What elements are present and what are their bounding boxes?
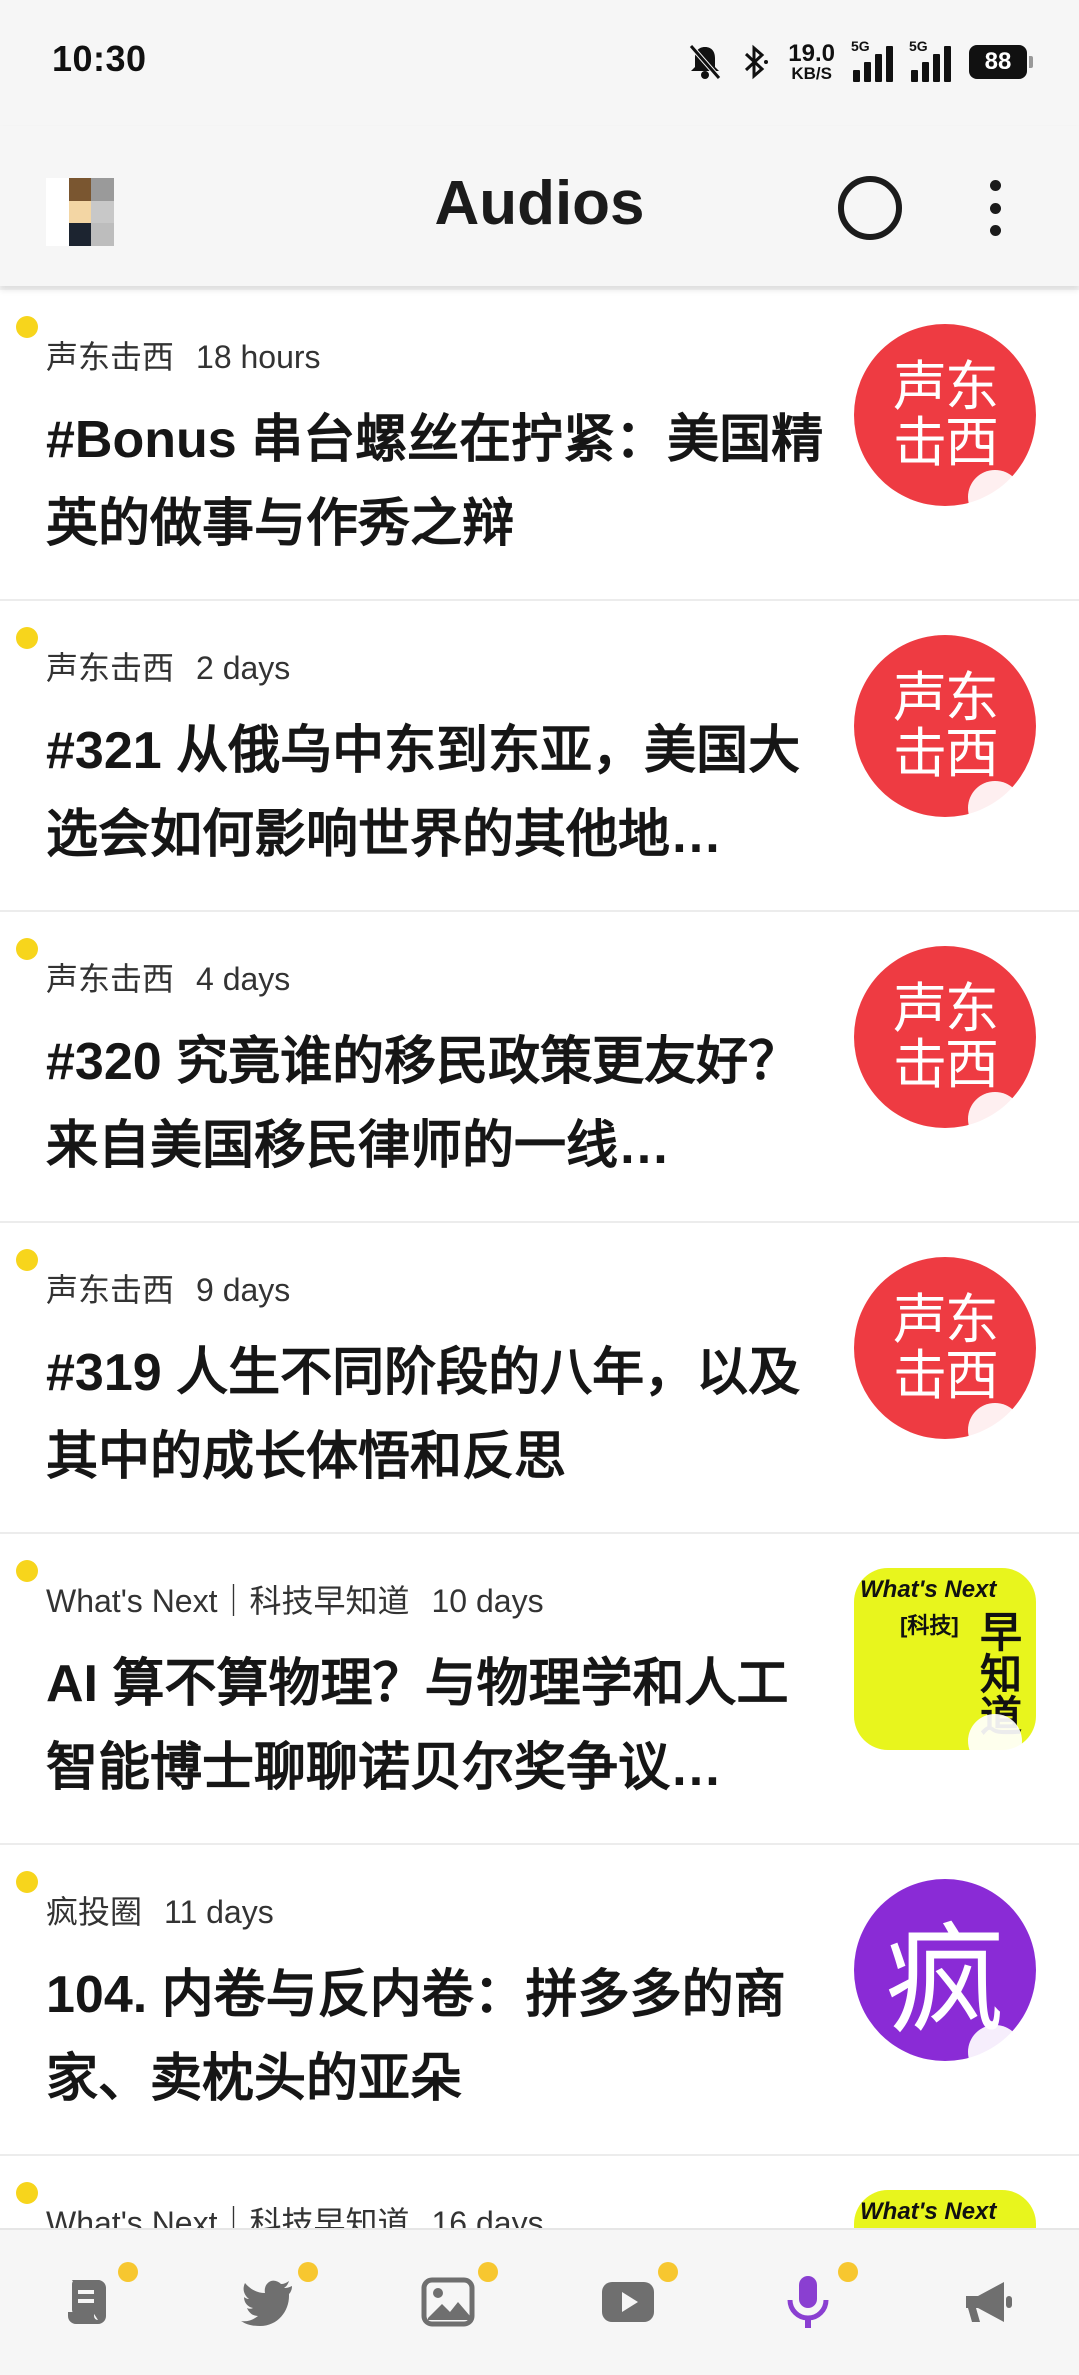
play-badge-icon[interactable] bbox=[968, 2025, 1022, 2079]
play-icon bbox=[602, 2282, 654, 2322]
play-badge-icon[interactable] bbox=[968, 781, 1022, 835]
cover-badge bbox=[862, 1409, 884, 1431]
play-badge-icon[interactable] bbox=[968, 1092, 1022, 1146]
cover-badge bbox=[862, 1098, 884, 1120]
network-speed: 19.0 KB/S bbox=[788, 39, 835, 83]
cover-badge bbox=[862, 787, 884, 809]
item-time: 4 days bbox=[196, 961, 291, 997]
list-item[interactable]: 声东击西 2 days #321 从俄乌中东到东亚，美国大选会如何影响世界的其他地… bbox=[0, 601, 1079, 912]
item-meta: 疯投圈 11 days bbox=[46, 1887, 274, 1933]
signal-tag: 5G bbox=[851, 38, 870, 54]
item-time: 9 days bbox=[196, 1272, 291, 1308]
item-meta: What's Next｜科技早知道 10 days bbox=[46, 1576, 544, 1622]
list-item[interactable]: What's Next｜科技早知道 10 days AI 算不算物理？与物理学和人… bbox=[0, 1534, 1079, 1845]
nav-badge bbox=[658, 2262, 678, 2282]
item-meta: 声东击西 4 days bbox=[46, 954, 290, 1000]
play-badge-icon[interactable] bbox=[968, 1403, 1022, 1457]
nav-pictures[interactable] bbox=[416, 2262, 498, 2334]
signal-5g-1: 5G bbox=[851, 38, 893, 82]
signal-5g-2: 5G bbox=[909, 38, 951, 82]
bottom-nav bbox=[0, 2228, 1079, 2375]
signal-tag: 5G bbox=[909, 38, 928, 54]
list-item[interactable]: 疯投圈 11 days 104. 内卷与反内卷：拼多多的商家、卖枕头的亚朵 疯 bbox=[0, 1845, 1079, 2156]
nav-twitter[interactable] bbox=[236, 2262, 318, 2334]
item-source: 声东击西 bbox=[46, 961, 175, 997]
mute-bell-icon bbox=[689, 44, 722, 80]
nav-badge bbox=[298, 2262, 318, 2282]
item-meta: 声东击西 18 hours bbox=[46, 332, 321, 378]
item-title: #321 从俄乌中东到东亚，美国大选会如何影响世界的其他地… bbox=[46, 722, 801, 864]
nav-badge bbox=[838, 2262, 858, 2282]
item-source: 声东击西 bbox=[46, 650, 175, 686]
audio-list: 声东击西 18 hours #Bonus 串台螺丝在拧紧：美国精英的做事与作秀之辩… bbox=[0, 290, 1079, 2252]
item-title: AI 算不算物理？与物理学和人工智能博士聊聊诺贝尔奖争议… bbox=[46, 1655, 789, 1797]
status-bar: 10:30 19.0 KB/S 5G 5G 88 bbox=[0, 0, 1079, 126]
nav-badge bbox=[118, 2262, 138, 2282]
item-title: #Bonus 串台螺丝在拧紧：美国精英的做事与作秀之辩 bbox=[46, 411, 824, 553]
app-bar: Audios bbox=[0, 126, 1079, 286]
item-time: 18 hours bbox=[196, 339, 321, 375]
bluetooth-icon bbox=[745, 44, 769, 80]
unread-dot bbox=[16, 1560, 38, 1582]
microphone-icon bbox=[787, 2276, 829, 2328]
status-icons: 19.0 KB/S 5G 5G 88 bbox=[688, 38, 1033, 84]
item-source: 声东击西 bbox=[46, 339, 175, 375]
item-source: 疯投圈 bbox=[46, 1894, 143, 1930]
list-item[interactable]: 声东击西 4 days #320 究竟谁的移民政策更友好？来自美国移民律师的一线…… bbox=[0, 912, 1079, 1223]
play-badge-icon[interactable] bbox=[968, 470, 1022, 524]
megaphone-icon bbox=[966, 2282, 1012, 2322]
item-time: 10 days bbox=[431, 1583, 544, 1619]
cover-logo-text: [科技] bbox=[900, 1613, 959, 1638]
list-item[interactable]: 声东击西 18 hours #Bonus 串台螺丝在拧紧：美国精英的做事与作秀之辩… bbox=[0, 290, 1079, 601]
circle-icon[interactable] bbox=[838, 176, 902, 240]
item-title: #319 人生不同阶段的八年，以及其中的成长体悟和反思 bbox=[46, 1344, 801, 1486]
battery-indicator: 88 bbox=[969, 45, 1033, 79]
item-source: What's Next｜科技早知道 bbox=[46, 1583, 410, 1619]
item-time: 2 days bbox=[196, 650, 291, 686]
unread-dot bbox=[16, 316, 38, 338]
item-title: 104. 内卷与反内卷：拼多多的商家、卖枕头的亚朵 bbox=[46, 1966, 786, 2108]
cover-logo-text: What's Next bbox=[860, 2198, 997, 2225]
page-title: Audios bbox=[434, 169, 645, 238]
list-item[interactable]: 声东击西 9 days #319 人生不同阶段的八年，以及其中的成长体悟和反思 声… bbox=[0, 1223, 1079, 1534]
play-badge-icon[interactable] bbox=[968, 1714, 1022, 1768]
item-meta: 声东击西 9 days bbox=[46, 1265, 290, 1311]
nav-audios[interactable] bbox=[776, 2262, 858, 2334]
scroll-icon bbox=[68, 2280, 106, 2324]
nav-announcements[interactable] bbox=[956, 2270, 1020, 2334]
unread-dot bbox=[16, 1249, 38, 1271]
nav-badge bbox=[478, 2262, 498, 2282]
more-options-icon[interactable] bbox=[975, 174, 1015, 242]
nav-articles[interactable] bbox=[56, 2262, 138, 2334]
item-title: #320 究竟谁的移民政策更友好？来自美国移民律师的一线… bbox=[46, 1033, 801, 1175]
unread-dot bbox=[16, 2182, 38, 2204]
nav-videos[interactable] bbox=[596, 2262, 678, 2334]
network-speed-value: 19.0 bbox=[788, 39, 835, 67]
bird-icon bbox=[241, 2280, 292, 2326]
unread-dot bbox=[16, 627, 38, 649]
cover-badge bbox=[862, 476, 884, 498]
unread-dot bbox=[16, 938, 38, 960]
status-time: 10:30 bbox=[52, 38, 147, 79]
cover-logo-text: What's Next bbox=[860, 1576, 997, 1603]
network-speed-unit: KB/S bbox=[791, 63, 832, 83]
item-meta: 声东击西 2 days bbox=[46, 643, 290, 689]
image-icon bbox=[421, 2277, 475, 2327]
item-time: 11 days bbox=[164, 1894, 274, 1930]
item-source: 声东击西 bbox=[46, 1272, 175, 1308]
unread-dot bbox=[16, 1871, 38, 1893]
